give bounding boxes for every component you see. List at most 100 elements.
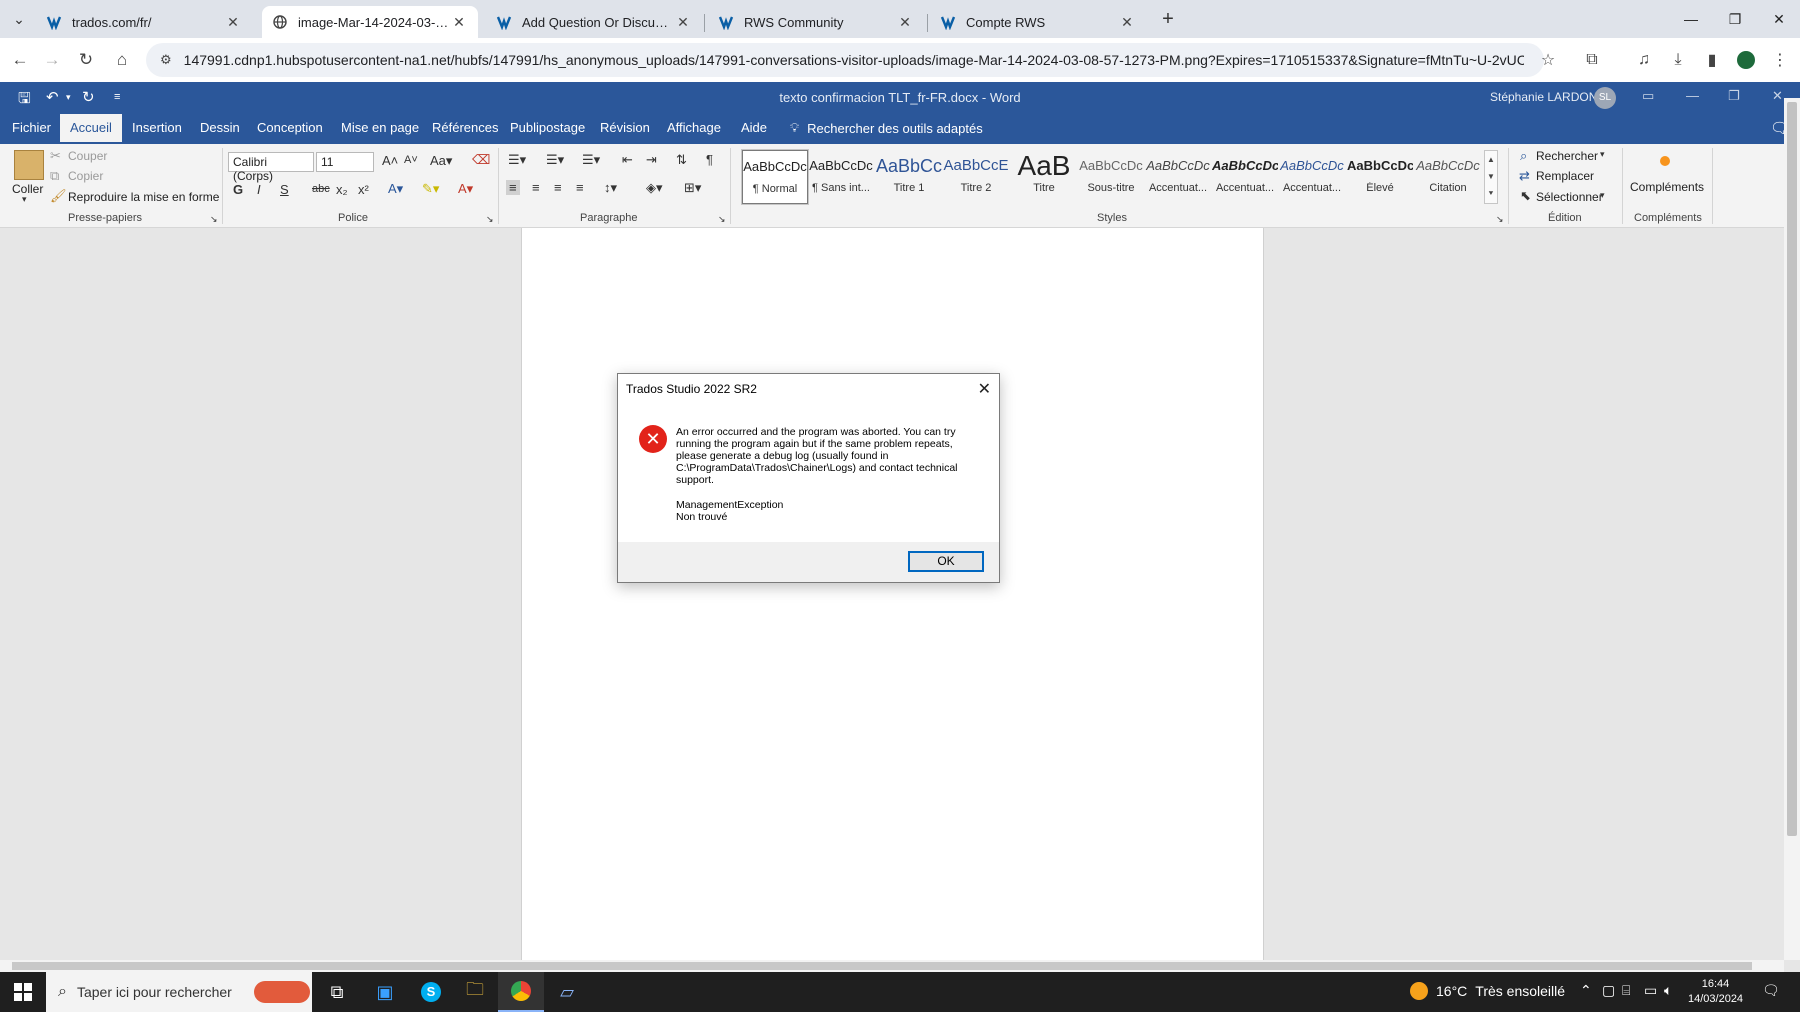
underline-icon[interactable]: S	[280, 182, 289, 197]
tab-affichage[interactable]: Affichage	[667, 120, 721, 135]
paragraph-launcher-icon[interactable]: ↘	[718, 214, 726, 225]
word-close-icon[interactable]: ✕	[1772, 88, 1783, 104]
dialog-close-icon[interactable]: ✕	[978, 379, 991, 399]
display-icon[interactable]: ▭	[1644, 982, 1657, 999]
file-explorer-icon[interactable]: 🗀	[452, 972, 498, 1012]
cut-button[interactable]: Couper	[68, 149, 107, 163]
tray-chevron-icon[interactable]: ⌃	[1580, 982, 1592, 999]
notepad-icon[interactable]: ▱	[544, 972, 590, 1012]
clear-formatting-icon[interactable]: ⌫	[472, 152, 490, 168]
styles-launcher-icon[interactable]: ↘	[1496, 214, 1504, 225]
tab-close-icon[interactable]: ✕	[224, 13, 242, 31]
tab-close-icon[interactable]: ✕	[450, 13, 468, 31]
strikethrough-icon[interactable]: abc	[312, 183, 330, 195]
address-bar[interactable]: ⚙ 147991.cdnp1.hubspotusercontent-na1.ne…	[146, 43, 1544, 77]
superscript-icon[interactable]: x²	[358, 182, 369, 197]
numbering-icon[interactable]: ☰▾	[546, 152, 564, 168]
vertical-scrollbar[interactable]	[1784, 98, 1800, 960]
tab-aide[interactable]: Aide	[741, 120, 767, 135]
network-icon[interactable]: ⌸	[1622, 982, 1630, 999]
multilevel-list-icon[interactable]: ☰▾	[582, 152, 600, 168]
style-strong[interactable]: AaBbCcDc Élevé	[1347, 150, 1413, 204]
decrease-indent-icon[interactable]: ⇤	[622, 152, 633, 168]
find-dropdown-icon[interactable]: ▾	[1600, 149, 1605, 160]
word-restore-icon[interactable]: ❐	[1728, 88, 1740, 104]
tab-fichier[interactable]: Fichier	[12, 120, 51, 135]
volume-icon[interactable]: 🔈︎	[1664, 982, 1672, 999]
font-launcher-icon[interactable]: ↘	[486, 214, 494, 225]
borders-icon[interactable]: ⊞▾	[684, 180, 701, 196]
highlight-color-icon[interactable]: ✎▾	[422, 181, 439, 197]
word-minimize-icon[interactable]: —	[1686, 88, 1699, 103]
site-info-icon[interactable]: ⚙	[160, 52, 172, 68]
forward-arrow-icon[interactable]: →	[38, 46, 66, 74]
copy-button[interactable]: Copier	[68, 169, 103, 183]
align-left-icon[interactable]: ≡	[506, 180, 520, 195]
skype-icon[interactable]: S	[408, 972, 454, 1012]
horizontal-scroll-thumb[interactable]	[12, 962, 1752, 970]
user-name[interactable]: Stéphanie LARDON	[1490, 90, 1597, 104]
taskbar-search[interactable]: ⌕ Taper ici pour rechercher	[46, 972, 312, 1012]
select-button[interactable]: Sélectionner	[1536, 190, 1603, 204]
format-painter-button[interactable]: Reproduire la mise en forme	[68, 190, 219, 204]
style-no-spacing[interactable]: AaBbCcDc ¶ Sans int...	[808, 150, 874, 204]
tab-insertion[interactable]: Insertion	[132, 120, 182, 135]
sort-icon[interactable]: ⇅	[676, 152, 687, 168]
style-heading-1[interactable]: AaBbCc Titre 1	[876, 150, 942, 204]
browser-tab-rws-community[interactable]: RWS Community ✕	[708, 6, 924, 38]
tab-close-icon[interactable]: ✕	[1118, 13, 1136, 31]
bullets-icon[interactable]: ☰▾	[508, 152, 526, 168]
styles-gallery-scroll[interactable]: ▲ ▼ ⯆	[1484, 150, 1498, 204]
tab-mise-en-page[interactable]: Mise en page	[341, 120, 419, 135]
store-icon[interactable]: ▣	[362, 972, 408, 1012]
back-arrow-icon[interactable]: ←	[6, 46, 34, 74]
search-tools[interactable]: 💡︎ Rechercher des outils adaptés	[790, 120, 983, 136]
home-icon[interactable]: ⌂	[108, 46, 136, 74]
reload-icon[interactable]: ↻	[72, 46, 100, 74]
style-normal[interactable]: AaBbCcDc ¶ Normal	[741, 149, 809, 205]
style-quote[interactable]: AaBbCcDc Citation	[1415, 150, 1481, 204]
paste-dropdown-icon[interactable]: ▾	[22, 194, 27, 205]
ok-button[interactable]: OK	[908, 551, 984, 572]
style-intense-emphasis[interactable]: AaBbCcDc Accentuat...	[1279, 150, 1345, 204]
clipboard-launcher-icon[interactable]: ↘	[210, 214, 218, 225]
browser-close-icon[interactable]: ✕	[1756, 6, 1800, 32]
user-avatar[interactable]: SL	[1594, 87, 1616, 109]
notifications-icon[interactable]: 🗨︎	[1762, 982, 1780, 999]
replace-button[interactable]: Remplacer	[1536, 169, 1594, 183]
style-emphasis[interactable]: AaBbCcDc Accentuat...	[1212, 150, 1278, 204]
profile-avatar-icon[interactable]	[1732, 46, 1760, 74]
shrink-font-icon[interactable]: A˅	[404, 154, 418, 166]
paste-button[interactable]: Coller	[12, 182, 43, 196]
system-clock[interactable]: 16:44 14/03/2024	[1688, 977, 1743, 1007]
addins-icon[interactable]	[1660, 156, 1670, 166]
font-size-combo[interactable]: 11	[316, 152, 374, 172]
chrome-icon[interactable]	[498, 972, 544, 1012]
line-spacing-icon[interactable]: ↕▾	[604, 180, 617, 196]
style-subtitle[interactable]: AaBbCcDc Sous-titre	[1078, 150, 1144, 204]
browser-restore-icon[interactable]: ❐	[1712, 6, 1758, 32]
browser-menu-icon[interactable]: ⋮	[1766, 46, 1794, 74]
browser-tab-image[interactable]: image-Mar-14-2024-03-08-57- ✕	[262, 6, 478, 38]
grow-font-icon[interactable]: A˄	[382, 153, 398, 168]
tab-publipostage[interactable]: Publipostage	[510, 120, 585, 135]
align-right-icon[interactable]: ≡	[554, 180, 562, 195]
align-center-icon[interactable]: ≡	[532, 180, 540, 195]
tab-dessin[interactable]: Dessin	[200, 120, 240, 135]
ribbon-display-icon[interactable]: ▭	[1642, 88, 1654, 104]
style-subtle-emphasis[interactable]: AaBbCcDc Accentuat...	[1145, 150, 1211, 204]
horizontal-scrollbar[interactable]	[0, 960, 1784, 972]
show-formatting-marks-icon[interactable]: ¶	[706, 152, 713, 167]
task-view-icon[interactable]: ⧉	[314, 972, 360, 1012]
bold-icon[interactable]: G	[233, 182, 243, 197]
bookmark-star-icon[interactable]: ☆	[1534, 46, 1562, 74]
tab-search-chevron-icon[interactable]: ⌄	[8, 8, 30, 30]
tab-accueil[interactable]: Accueil	[60, 114, 122, 144]
find-button[interactable]: Rechercher	[1536, 149, 1598, 163]
new-tab-button[interactable]: +	[1156, 8, 1180, 32]
extensions-icon[interactable]: ⧉	[1578, 46, 1606, 74]
tab-revision[interactable]: Révision	[600, 120, 650, 135]
shading-icon[interactable]: ◈▾	[646, 180, 663, 196]
addins-button[interactable]: Compléments	[1630, 180, 1704, 194]
paste-clipboard-icon[interactable]	[14, 150, 44, 180]
